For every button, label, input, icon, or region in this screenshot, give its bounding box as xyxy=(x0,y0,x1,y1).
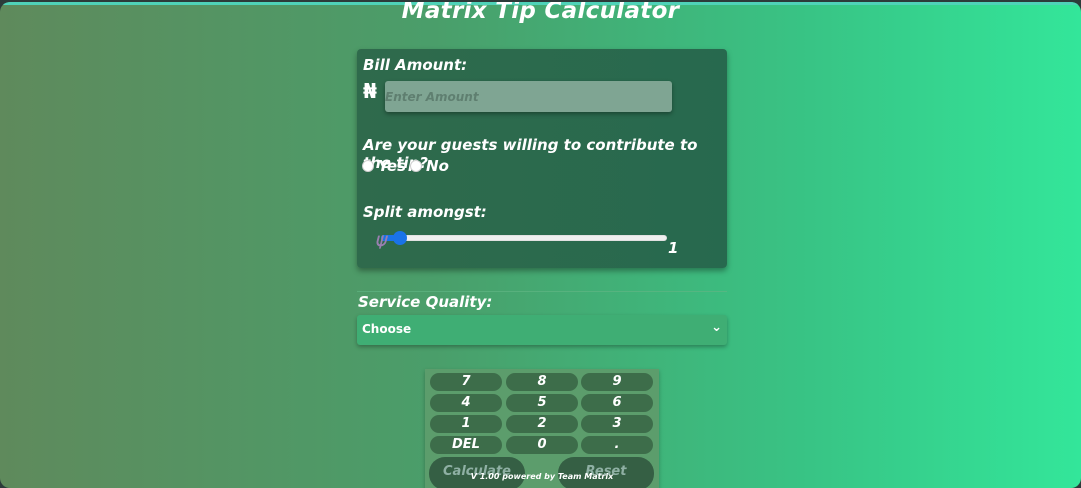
key-8[interactable]: 8 xyxy=(506,373,578,391)
service-quality-label: Service Quality: xyxy=(358,293,493,311)
person-icon: ⍦ xyxy=(375,230,386,251)
no-radio[interactable] xyxy=(410,160,423,172)
key-2[interactable]: 2 xyxy=(506,415,578,433)
divider xyxy=(357,291,727,292)
split-label: Split amongst: xyxy=(363,203,487,221)
bill-amount-label: Bill Amount: xyxy=(363,56,468,74)
key-0[interactable]: 0 xyxy=(506,436,578,454)
key-3[interactable]: 3 xyxy=(581,415,653,433)
chevron-down-icon: ⌄ xyxy=(711,320,722,335)
key-6[interactable]: 6 xyxy=(581,394,653,412)
split-value: 1 xyxy=(668,239,679,257)
key-5[interactable]: 5 xyxy=(506,394,578,412)
key-1[interactable]: 1 xyxy=(430,415,502,433)
naira-icon: ₦ xyxy=(363,79,377,103)
service-quality-select[interactable]: Choose ⌄ xyxy=(357,315,727,345)
key-dot[interactable]: . xyxy=(581,436,653,454)
footer-version: V 1.00 powered by Team Matrix xyxy=(470,472,614,481)
bill-card: Bill Amount: ₦ Are your guests willing t… xyxy=(357,49,727,268)
split-slider-thumb[interactable] xyxy=(393,231,407,245)
page-title: Matrix Tip Calculator xyxy=(401,2,680,24)
yes-label: Yes xyxy=(378,157,407,175)
no-label: No xyxy=(426,157,449,175)
contribute-radio-group: Yes No xyxy=(362,157,453,175)
service-quality-selected: Choose xyxy=(362,322,412,336)
key-7[interactable]: 7 xyxy=(430,373,502,391)
keypad: 7 8 9 4 5 6 1 2 3 DEL 0 . Calculate Rese… xyxy=(425,369,659,488)
app-container: Matrix Tip Calculator Bill Amount: ₦ Are… xyxy=(0,2,1081,488)
key-4[interactable]: 4 xyxy=(430,394,502,412)
bill-amount-input[interactable] xyxy=(385,81,672,112)
key-9[interactable]: 9 xyxy=(581,373,653,391)
yes-radio[interactable] xyxy=(362,160,374,172)
split-slider-track[interactable] xyxy=(381,235,667,241)
key-del[interactable]: DEL xyxy=(430,436,502,454)
